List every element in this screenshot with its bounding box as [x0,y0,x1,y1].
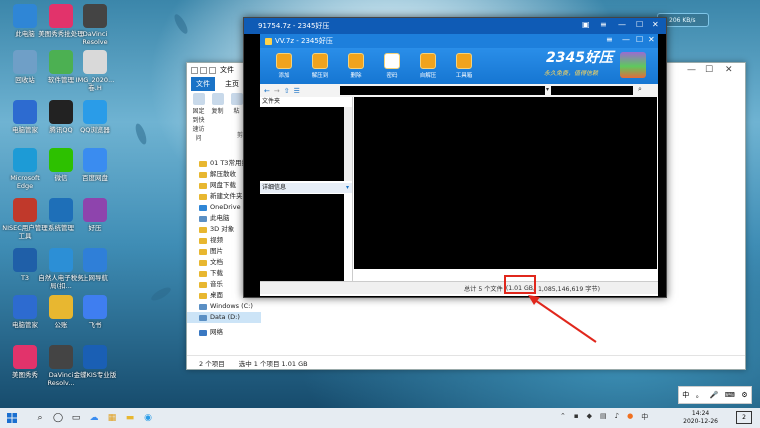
notification-button[interactable]: 2 [736,411,752,424]
ime-button[interactable]: ⚙ [741,391,747,399]
desktop: 此电脑 美图秀秀批处理 DaVinci Resolve 回收站 软件管理 IMG_2020… [0,0,760,408]
tray-expand-icon[interactable]: ⌃ [560,412,566,422]
tray-orange-icon[interactable]: ● [627,412,633,422]
task-view-icon[interactable]: ▭ [67,409,85,427]
system-tray: ⌃ ▪ ◆ ▤ ♪ ● 中 [560,412,648,422]
volume-icon[interactable]: ♪ [615,412,619,422]
clock-date: 2020-12-26 [683,418,718,425]
ime-mode-icon[interactable]: 中 [641,412,648,422]
ime-button[interactable]: 中 [682,390,689,400]
ime-toolbar[interactable]: 中。 🎤 ⌨ ⚙ [678,386,752,404]
ime-button[interactable]: 🎤 [709,391,718,399]
taskbar: ⌕ ◯ ▭ ☁ ▦ ▬ ◉ ⌃ ▪ ◆ ▤ ♪ ● 中 14:24 2020-1… [0,408,760,428]
ime-button[interactable]: ⌨ [725,391,735,399]
start-button[interactable] [3,409,21,427]
baidu-netdisk-taskbar-icon[interactable]: ☁ [85,409,103,427]
windows-logo-icon [7,413,17,423]
cortana-icon[interactable]: ◯ [49,409,67,427]
network-icon[interactable]: ▤ [600,412,607,422]
file-explorer-taskbar-icon[interactable]: ▬ [121,409,139,427]
browser-taskbar-icon[interactable]: ◉ [139,409,157,427]
annotation-arrow [528,295,597,343]
ime-button[interactable]: 。 [696,390,703,400]
haozip-taskbar-icon[interactable]: ▦ [103,409,121,427]
clock-time: 14:24 [691,410,710,417]
tray-shield-icon[interactable]: ◆ [587,412,592,422]
clock[interactable]: 14:24 2020-12-26 [683,410,718,426]
search-icon[interactable]: ⌕ [31,409,49,427]
tray-app-icon[interactable]: ▪ [574,412,579,422]
